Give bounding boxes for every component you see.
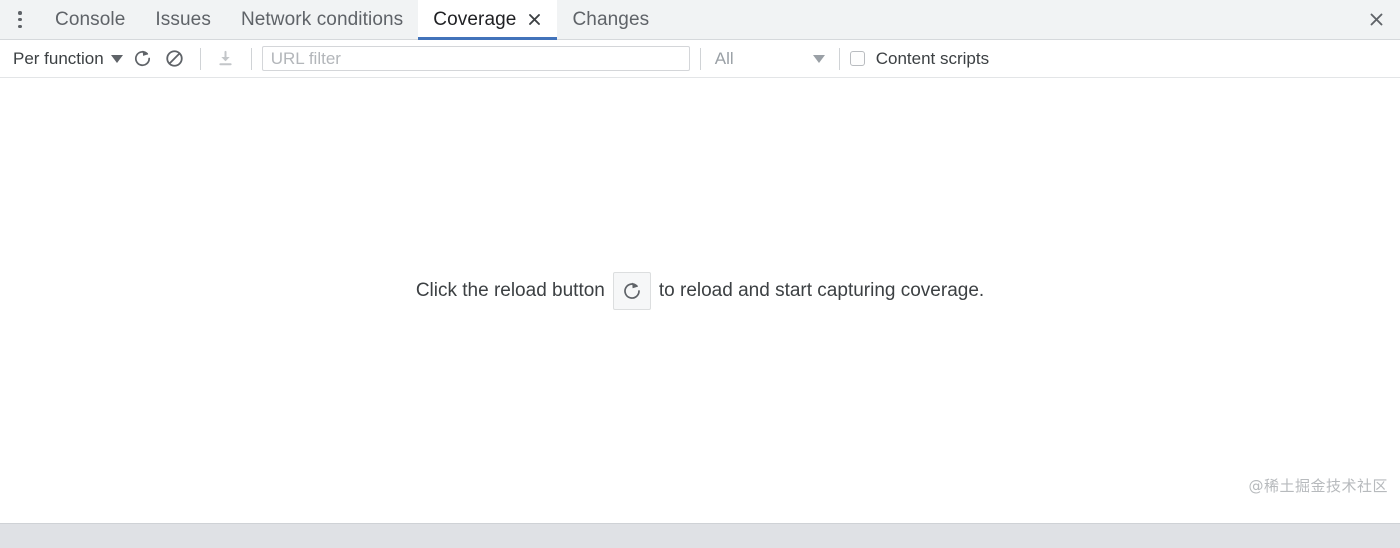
tab-label: Changes: [572, 8, 650, 30]
chevron-down-icon: [812, 54, 825, 63]
export-coverage-button[interactable]: [211, 45, 241, 73]
bottom-status-bar: [0, 523, 1400, 548]
tab-label: Coverage: [433, 8, 517, 30]
tab-close-icon[interactable]: [527, 12, 542, 27]
toolbar-divider: [199, 47, 201, 70]
toolbar-divider: [838, 47, 840, 70]
checkbox-box-icon[interactable]: [849, 51, 865, 66]
content-scripts-checkbox[interactable]: Content scripts: [849, 48, 990, 69]
coverage-toolbar: Per function URL filter All Content scri…: [0, 40, 1400, 78]
reload-icon: [132, 48, 153, 69]
vertical-dots-icon: [18, 11, 22, 28]
empty-state-text-after: to reload and start capturing coverage.: [658, 279, 985, 301]
more-tabs-button[interactable]: [0, 0, 40, 39]
resource-type-select[interactable]: All: [711, 47, 829, 71]
close-icon: [1368, 11, 1385, 28]
block-clear-icon: [164, 48, 185, 69]
tab-issues[interactable]: Issues: [140, 0, 226, 39]
tab-label: Issues: [155, 8, 211, 30]
toolbar-divider: [699, 47, 701, 70]
tab-changes[interactable]: Changes: [557, 0, 664, 39]
tab-label: Console: [55, 8, 126, 30]
coverage-content-area: Click the reload button to reload and st…: [0, 78, 1400, 523]
tab-network-conditions[interactable]: Network conditions: [226, 0, 418, 39]
reload-icon: [621, 280, 643, 302]
tab-console[interactable]: Console: [40, 0, 140, 39]
reload-and-capture-button[interactable]: [128, 45, 158, 73]
url-filter-input[interactable]: [261, 46, 690, 71]
devtools-coverage-panel: Console Issues Network conditions Covera…: [0, 0, 1400, 548]
tab-coverage[interactable]: Coverage: [418, 0, 558, 40]
resource-type-value: All: [714, 48, 734, 68]
devtools-tab-bar: Console Issues Network conditions Covera…: [0, 0, 1400, 40]
watermark: @稀土掘金技术社区: [1248, 477, 1388, 495]
close-devtools-button[interactable]: [1352, 0, 1400, 39]
inline-reload-button[interactable]: [612, 271, 651, 310]
tab-list: Console Issues Network conditions Covera…: [0, 0, 1352, 40]
tab-label: Network conditions: [240, 8, 404, 30]
clear-coverage-button[interactable]: [160, 45, 190, 73]
empty-state-message: Click the reload button to reload and st…: [415, 271, 985, 310]
granularity-select[interactable]: Per function: [8, 47, 128, 71]
download-export-icon: [216, 49, 235, 68]
toolbar-divider: [250, 47, 252, 70]
chevron-down-icon: [110, 54, 123, 63]
empty-state-text-before: Click the reload button: [415, 279, 605, 301]
content-scripts-label: Content scripts: [875, 48, 990, 68]
granularity-value: Per function: [13, 48, 104, 68]
